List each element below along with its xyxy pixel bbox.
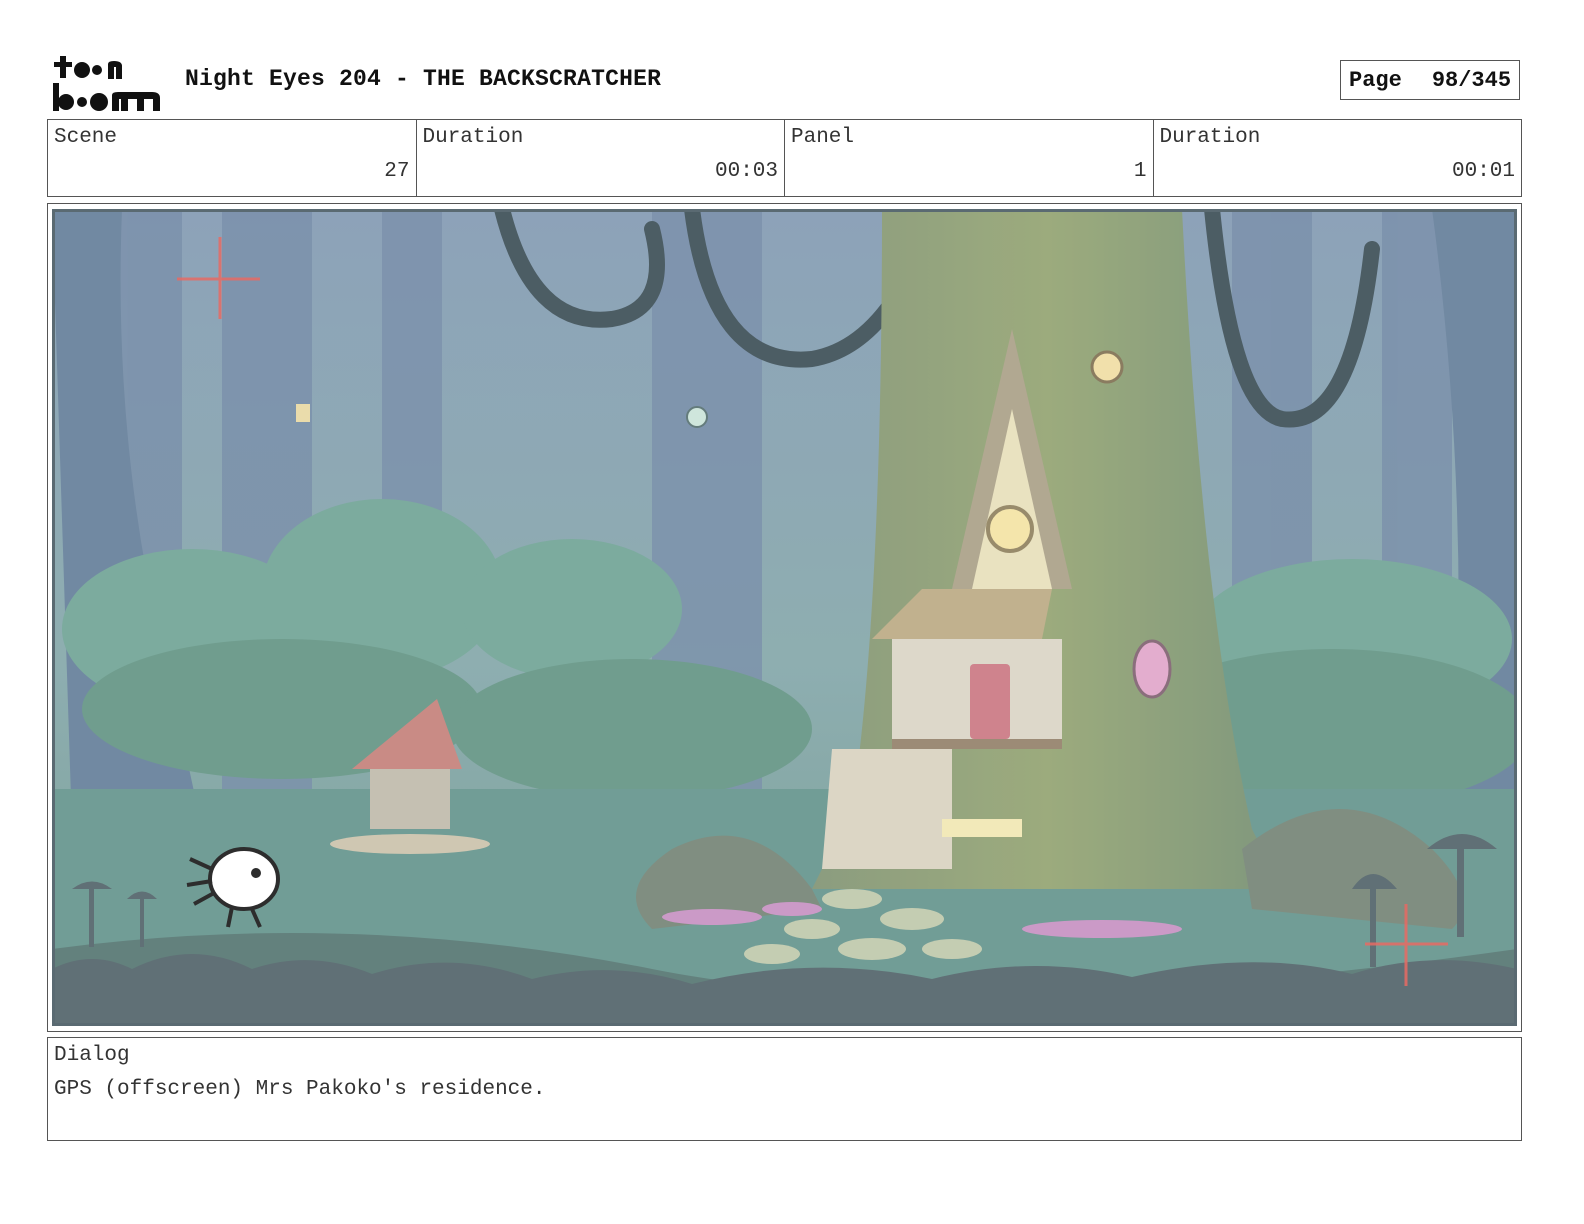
page-indicator: Page 98/345 [1340, 60, 1520, 100]
panel-duration-cell: Duration 00:01 [1154, 120, 1522, 196]
scene-duration-value: 00:03 [714, 160, 778, 183]
forest-treehouse-illustration-icon [52, 209, 1517, 1026]
toonboom-logo-icon [53, 56, 160, 111]
storyboard-panel [47, 203, 1522, 1032]
scene-duration-cell: Duration 00:03 [417, 120, 785, 196]
panel-duration-label: Duration [1159, 126, 1261, 149]
panel-label: Panel [791, 126, 855, 149]
panel-duration-value: 00:01 [1451, 160, 1515, 183]
dialog-box: Dialog GPS (offscreen) Mrs Pakoko's resi… [47, 1037, 1522, 1141]
panel-image [52, 209, 1517, 1026]
panel-info-row: Scene 27 Duration 00:03 Panel 1 Duration… [47, 119, 1522, 197]
scene-label: Scene [54, 126, 118, 149]
scene-cell: Scene 27 [48, 120, 417, 196]
scene-duration-label: Duration [422, 126, 524, 149]
dialog-label: Dialog [54, 1044, 130, 1067]
panel-value: 1 [1133, 160, 1147, 183]
page-label: Page [1349, 67, 1402, 93]
page-number: 98/345 [1431, 67, 1512, 93]
toonboom-logo [52, 52, 164, 112]
document-title: Night Eyes 204 - THE BACKSCRATCHER [185, 66, 662, 92]
panel-cell: Panel 1 [785, 120, 1154, 196]
scene-value: 27 [384, 160, 410, 183]
dialog-text: GPS (offscreen) Mrs Pakoko's residence. [54, 1078, 546, 1101]
